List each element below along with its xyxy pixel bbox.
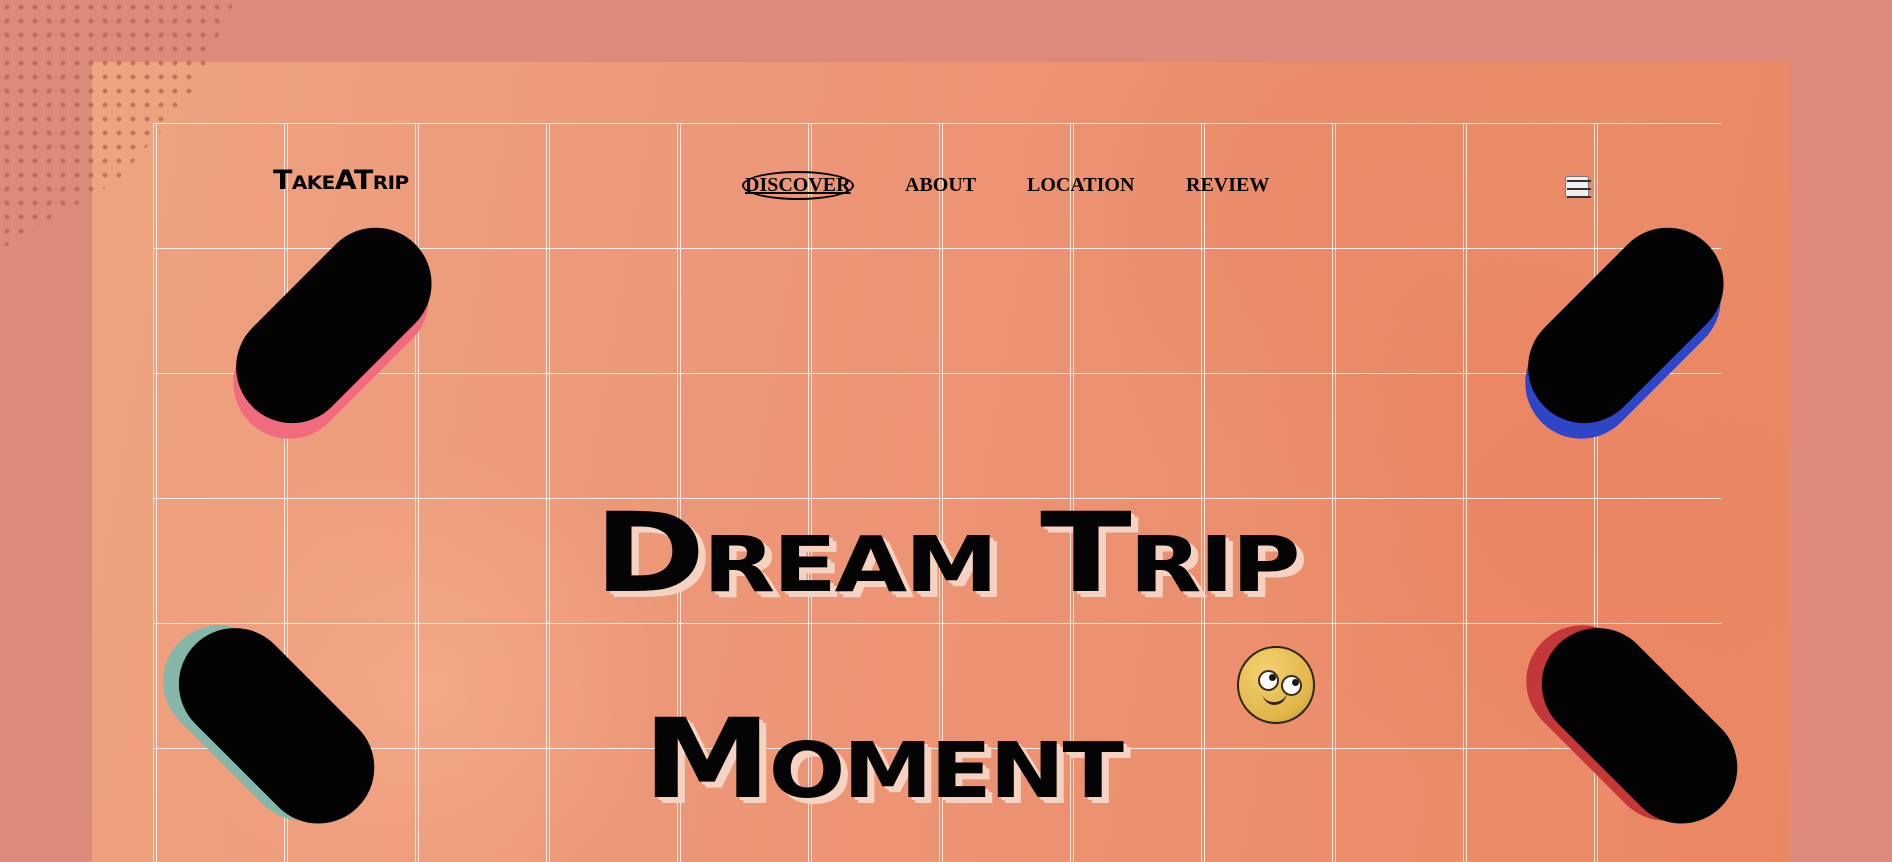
brand-logo[interactable]: TakeATrip (273, 167, 409, 194)
top-navigation: TakeATrip DISCOVER ABOUT LOCATION REVIEW (0, 0, 1892, 250)
nav-link-about[interactable]: ABOUT (905, 175, 976, 195)
menu-line-middle (1567, 188, 1591, 190)
hero-headline-line-2: Moment (643, 694, 1124, 823)
emoji-left-eye (1258, 670, 1279, 691)
nav-link-review[interactable]: REVIEW (1186, 175, 1269, 195)
menu-line-top (1567, 180, 1591, 182)
nav-link-location[interactable]: LOCATION (1027, 175, 1134, 195)
menu-line-bottom (1567, 196, 1591, 198)
hero-headline-line-1: Dream Trip (593, 488, 1301, 617)
landing-page: TakeATrip DISCOVER ABOUT LOCATION REVIEW… (0, 0, 1892, 862)
rolling-eyes-emoji-icon (1237, 646, 1315, 724)
nav-link-discover[interactable]: DISCOVER (745, 175, 851, 195)
hamburger-menu-icon[interactable] (1565, 176, 1591, 198)
emoji-smile (1262, 689, 1288, 707)
